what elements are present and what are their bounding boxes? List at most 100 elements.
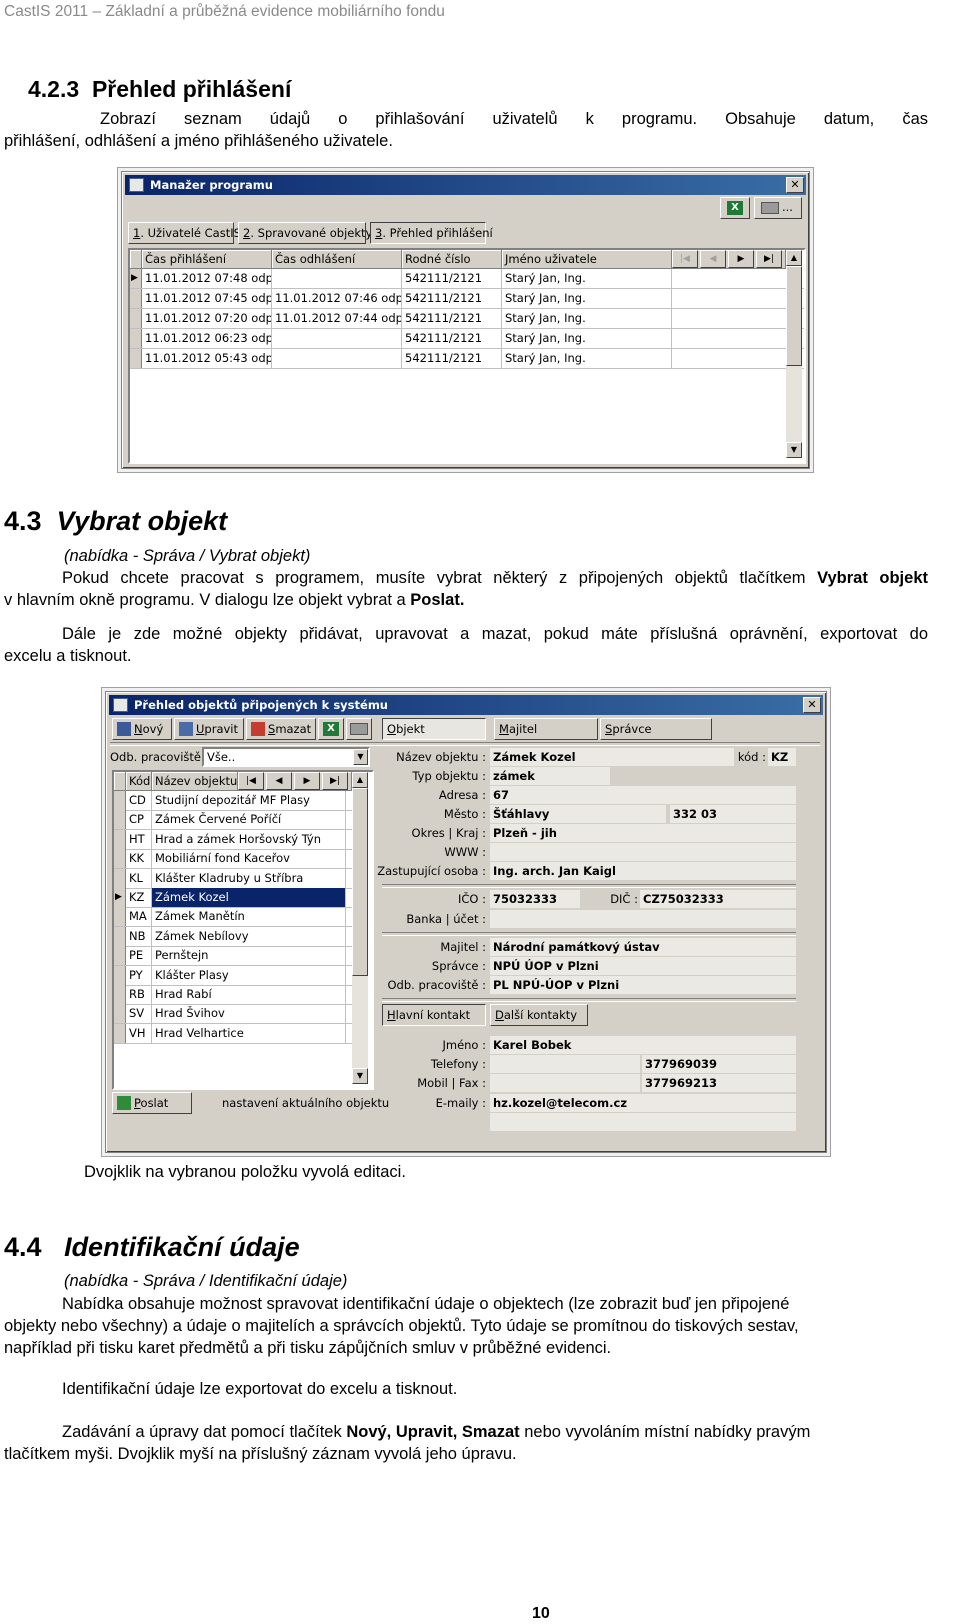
print-button[interactable] xyxy=(346,718,372,740)
export-excel-button[interactable]: X xyxy=(318,718,344,740)
scroll-down-icon[interactable]: ▼ xyxy=(352,1068,368,1084)
print-button[interactable]: ... xyxy=(754,197,802,219)
code-cell: PY xyxy=(126,965,152,985)
section-4-4-paragraph-3: Zadávání a úpravy dat pomocí tlačítek No… xyxy=(4,1421,914,1465)
tab-administrator[interactable]: Správce xyxy=(600,718,712,740)
district-field[interactable]: Plzeň - jih xyxy=(490,824,796,842)
mobile-field[interactable] xyxy=(490,1074,640,1092)
first-record-icon[interactable]: |◀ xyxy=(238,772,264,790)
first-record-icon[interactable]: |◀ xyxy=(672,250,698,268)
close-button[interactable]: ✕ xyxy=(803,697,821,713)
scroll-thumb[interactable] xyxy=(352,788,368,976)
list-item[interactable]: NB Zámek Nebílovy xyxy=(114,926,356,947)
list-item[interactable]: PE Pernštejn xyxy=(114,946,356,967)
next-record-icon[interactable]: ▶ xyxy=(294,772,320,790)
tab-object[interactable]: Objekt xyxy=(382,718,486,740)
representative-field[interactable]: Ing. arch. Jan Kaigl xyxy=(490,862,796,880)
section-4-3-paragraph-2: Dále je zde možné objekty přidávat, upra… xyxy=(4,623,928,667)
new-button[interactable]: Nový xyxy=(112,718,172,740)
list-item[interactable]: CP Zámek Červené Poříčí xyxy=(114,810,356,831)
table-row[interactable]: 11.01.2012 05:43 odp. 542111/2121 Starý … xyxy=(130,349,804,369)
other-contacts-tab[interactable]: Další kontakty xyxy=(490,1004,588,1026)
label: Město : xyxy=(443,807,486,821)
list-item[interactable]: KL Klášter Kladruby u Stříbra xyxy=(114,868,356,889)
section-title: Identifikační údaje xyxy=(64,1232,300,1262)
name-cell: Studijní depozitář MF Plasy xyxy=(152,791,346,810)
column-header[interactable]: Název objektu xyxy=(152,772,238,791)
list-item[interactable]: SV Hrad Švihov xyxy=(114,1004,356,1025)
vertical-scrollbar[interactable]: ▲ ▼ xyxy=(786,250,802,458)
administrator-field[interactable]: NPÚ ÚOP v Plzni xyxy=(490,957,796,975)
cell: 11.01.2012 07:44 odp. xyxy=(272,309,402,328)
column-header[interactable]: Rodné číslo xyxy=(402,250,502,269)
column-header[interactable]: Jméno uživatele xyxy=(502,250,672,269)
delete-button[interactable]: Smazat xyxy=(246,718,316,740)
dic-field[interactable]: CZ75032333 xyxy=(640,890,796,908)
list-item[interactable]: KK Mobiliární fond Kaceřov xyxy=(114,849,356,870)
label: Telefony : xyxy=(430,1057,486,1071)
vertical-scrollbar[interactable]: ▲ ▼ xyxy=(352,772,368,1084)
last-record-icon[interactable]: ▶| xyxy=(322,772,348,790)
code-field[interactable]: KZ xyxy=(768,748,796,766)
owner-field[interactable]: Národní památkový ústav xyxy=(490,938,796,956)
phone-field[interactable]: 377969039 xyxy=(642,1055,796,1073)
scroll-up-icon[interactable]: ▲ xyxy=(786,250,802,266)
row-indicator xyxy=(114,829,126,849)
tab-managed-objects[interactable]: 2. Spravované objekty xyxy=(238,222,372,244)
main-contact-tab[interactable]: Hlavní kontakt xyxy=(382,1004,486,1026)
column-header[interactable]: Kód xyxy=(126,772,152,791)
cell: Starý Jan, Ing. xyxy=(502,349,672,368)
column-header[interactable]: Čas odhlášení xyxy=(272,250,402,269)
list-item[interactable]: HT Hrad a zámek Horšovský Týn xyxy=(114,829,356,850)
column-header[interactable]: Čas přihlášení xyxy=(142,250,272,269)
object-name-field[interactable]: Zámek Kozel xyxy=(490,748,734,766)
table-row[interactable]: 11.01.2012 06:23 odp. 542111/2121 Starý … xyxy=(130,329,804,349)
scroll-down-icon[interactable]: ▼ xyxy=(786,442,802,458)
name-cell: Hrad Velhartice xyxy=(152,1023,346,1043)
phone-field-1[interactable] xyxy=(490,1055,640,1073)
object-type-field[interactable]: zámek xyxy=(490,767,610,785)
tab-login-overview[interactable]: 3. Přehled přihlášení xyxy=(370,222,493,244)
table-row[interactable]: 11.01.2012 07:20 odp. 11.01.2012 07:44 o… xyxy=(130,309,804,329)
list-item[interactable]: CD Studijní depozitář MF Plasy xyxy=(114,791,356,811)
code-cell: CD xyxy=(126,791,152,810)
text-run: excelu a tisknout. xyxy=(4,647,132,665)
contact-name-field[interactable]: Karel Bobek xyxy=(490,1036,796,1054)
last-record-icon[interactable]: ▶| xyxy=(756,250,782,268)
department-field[interactable]: PL NPÚ-ÚOP v Plzni xyxy=(490,976,796,994)
email-field-2[interactable] xyxy=(490,1113,796,1131)
list-item[interactable]: MA Zámek Manětín xyxy=(114,907,356,928)
grid-corner xyxy=(114,772,126,791)
list-item[interactable]: PY Klášter Plasy xyxy=(114,965,356,986)
chevron-down-icon[interactable]: ▼ xyxy=(353,749,368,765)
label: Jméno : xyxy=(442,1038,486,1052)
next-record-icon[interactable]: ▶ xyxy=(728,250,754,268)
city-field[interactable]: Šťáhlavy xyxy=(490,805,666,823)
list-item[interactable]: RB Hrad Rabí xyxy=(114,985,356,1005)
tab-owner[interactable]: Majitel xyxy=(494,718,598,740)
address-field[interactable]: 67 xyxy=(490,786,796,804)
row-indicator xyxy=(114,810,126,830)
divider xyxy=(382,998,796,1002)
scroll-up-icon[interactable]: ▲ xyxy=(352,772,368,788)
table-row[interactable]: 11.01.2012 07:48 odp. 542111/2121 Starý … xyxy=(130,269,804,289)
ico-field[interactable]: 75032333 xyxy=(490,890,580,908)
tab-users[interactable]: 1. Uživatelé CastIS xyxy=(128,222,241,244)
prev-record-icon[interactable]: ◀ xyxy=(700,250,726,268)
www-field[interactable] xyxy=(490,843,796,861)
prev-record-icon[interactable]: ◀ xyxy=(266,772,292,790)
list-item[interactable]: VH Hrad Velhartice xyxy=(114,1023,356,1044)
bank-field[interactable] xyxy=(490,910,796,928)
zip-field[interactable]: 332 03 xyxy=(670,805,796,823)
table-row[interactable]: 11.01.2012 07:45 odp. 11.01.2012 07:46 o… xyxy=(130,289,804,309)
list-item[interactable]: KZZámek Kozel xyxy=(114,888,356,908)
export-excel-button[interactable]: X xyxy=(720,197,750,219)
fax-field[interactable]: 377969213 xyxy=(642,1074,796,1092)
label: Banka | účet : xyxy=(406,912,486,926)
email-field[interactable]: hz.kozel@telecom.cz xyxy=(490,1094,796,1112)
edit-button[interactable]: Upravit xyxy=(174,718,244,740)
send-button[interactable]: Poslat xyxy=(112,1092,192,1114)
department-filter-select[interactable]: Vše.. ▼ xyxy=(202,747,370,767)
scroll-thumb[interactable] xyxy=(786,266,802,366)
close-button[interactable]: ✕ xyxy=(786,177,804,193)
